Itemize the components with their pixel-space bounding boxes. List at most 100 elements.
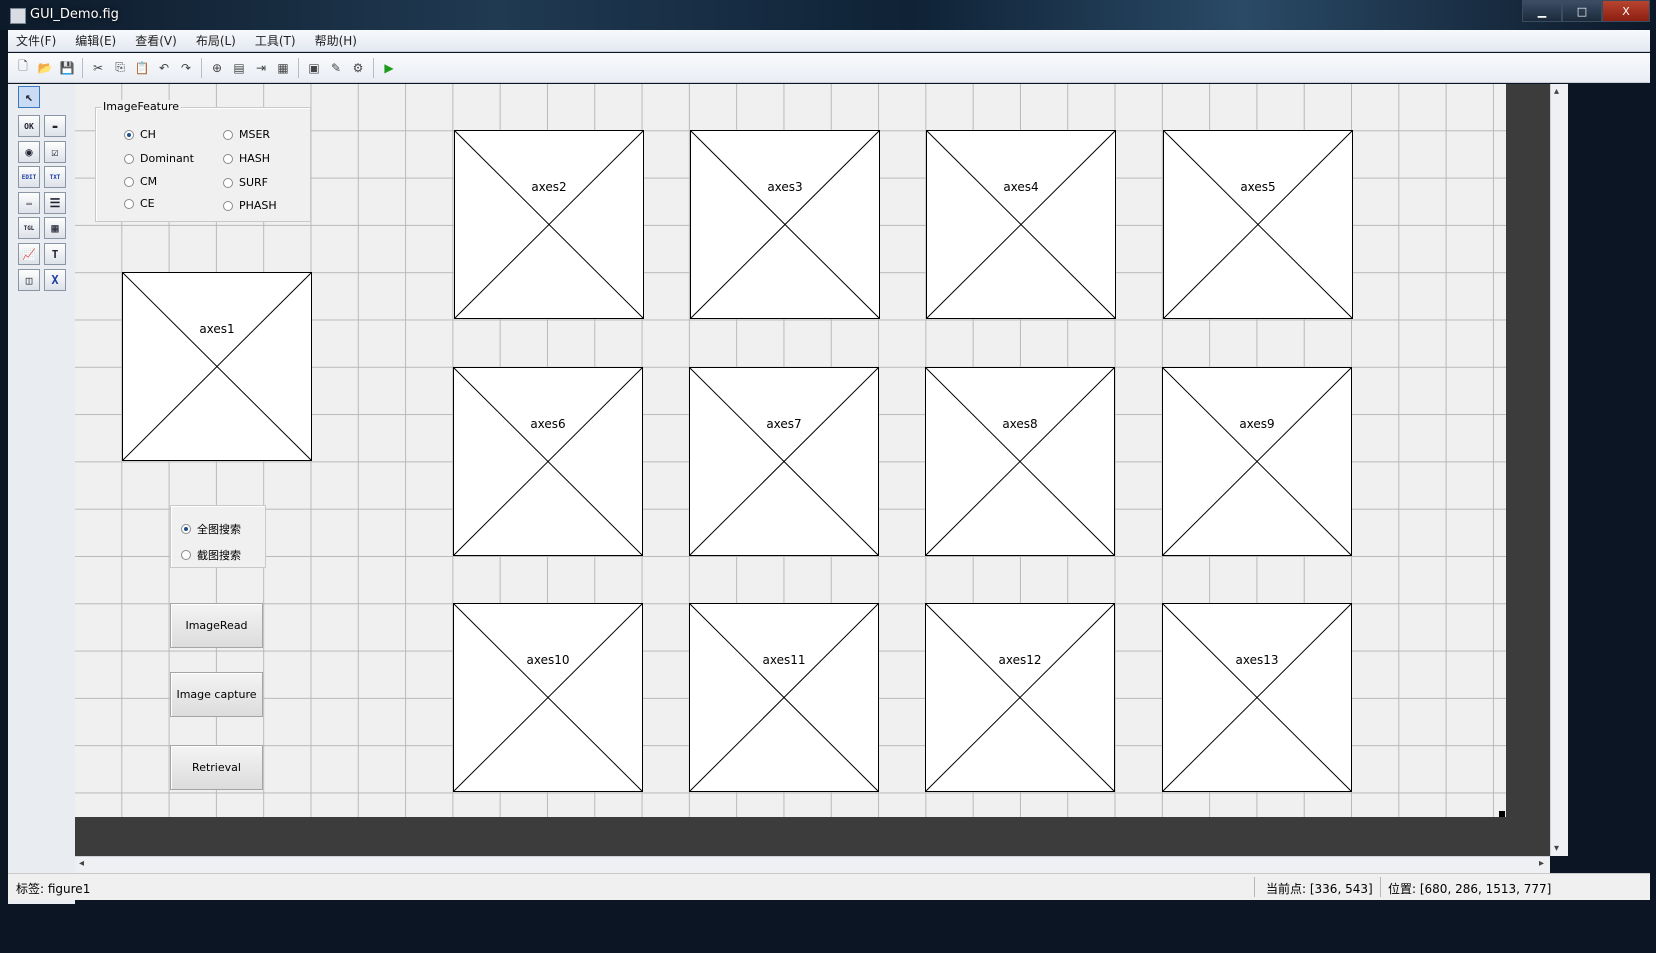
axes2[interactable]: axes2 bbox=[454, 130, 644, 319]
radio-crop-search[interactable]: 截图搜索 bbox=[181, 547, 241, 563]
figure-canvas[interactable]: ImageFeature CH Dominant CM CE MSER HASH… bbox=[75, 84, 1506, 817]
retrieval-button[interactable]: Retrieval bbox=[170, 745, 263, 790]
radio-indicator bbox=[124, 176, 134, 187]
radio-mser[interactable]: MSER bbox=[223, 128, 270, 141]
slider-tool-icon[interactable]: ▬ bbox=[44, 115, 66, 137]
save-icon[interactable]: 💾 bbox=[58, 59, 76, 77]
scroll-right-icon[interactable]: ▸ bbox=[1539, 858, 1544, 869]
axes8[interactable]: axes8 bbox=[925, 367, 1115, 556]
radio-dominant[interactable]: Dominant bbox=[124, 152, 194, 165]
axes6[interactable]: axes6 bbox=[453, 367, 643, 556]
axes-label: axes3 bbox=[767, 180, 803, 194]
radio-label: SURF bbox=[239, 176, 269, 189]
maximize-button[interactable]: □ bbox=[1562, 0, 1602, 22]
new-file-icon[interactable]: 🗋 bbox=[14, 59, 32, 77]
image-feature-panel[interactable]: ImageFeature CH Dominant CM CE MSER HASH… bbox=[95, 100, 311, 222]
matlab-guide-icon bbox=[10, 8, 26, 24]
menu-view[interactable]: 查看(V) bbox=[135, 32, 177, 49]
static-text-tool-icon[interactable]: TXT bbox=[44, 166, 66, 188]
menu-layout[interactable]: 布局(L) bbox=[196, 32, 236, 49]
horizontal-scrollbar[interactable]: ◂ ▸ bbox=[75, 856, 1550, 873]
scroll-up-icon[interactable]: ▴ bbox=[1554, 86, 1559, 97]
scroll-left-icon[interactable]: ◂ bbox=[79, 858, 84, 869]
axes-label: axes10 bbox=[526, 653, 570, 667]
menu-help[interactable]: 帮助(H) bbox=[315, 32, 357, 49]
axes-label: axes1 bbox=[199, 322, 235, 336]
run-figure-icon[interactable]: ▶ bbox=[380, 59, 398, 77]
radio-phash[interactable]: PHASH bbox=[223, 199, 277, 212]
panel-tool-icon[interactable]: T bbox=[44, 243, 66, 265]
tab-order-icon[interactable]: ⇥ bbox=[252, 59, 270, 77]
radio-indicator bbox=[223, 129, 233, 140]
popup-menu-tool-icon[interactable]: ▭ bbox=[18, 192, 40, 214]
menu-edit[interactable]: 编辑(E) bbox=[75, 32, 116, 49]
menu-bar: 文件(F) 编辑(E) 查看(V) 布局(L) 工具(T) 帮助(H) bbox=[8, 30, 1650, 52]
radio-indicator bbox=[181, 524, 191, 534]
axes-label: axes7 bbox=[766, 417, 802, 431]
checkbox-tool-icon[interactable]: ☑ bbox=[44, 141, 66, 163]
button-group-tool-icon[interactable]: ◫ bbox=[18, 269, 40, 291]
cut-icon[interactable]: ✂ bbox=[89, 59, 107, 77]
axes11[interactable]: axes11 bbox=[689, 603, 879, 792]
axes-cross-icon bbox=[1163, 604, 1351, 791]
axes1[interactable]: axes1 bbox=[122, 272, 312, 461]
axes-label: axes2 bbox=[531, 180, 567, 194]
axes-cross-icon bbox=[123, 273, 311, 460]
radio-label: CM bbox=[140, 175, 158, 188]
undo-icon[interactable]: ↶ bbox=[155, 59, 173, 77]
toolbar: 🗋 📂 💾 ✂ ⎘ 📋 ↶ ↷ ⊕ ▤ ⇥ ▦ ▣ ✎ ⚙ ▶ bbox=[8, 53, 1650, 83]
radio-indicator bbox=[223, 177, 233, 188]
copy-icon[interactable]: ⎘ bbox=[111, 59, 129, 77]
image-capture-button[interactable]: Image capture bbox=[170, 672, 263, 717]
radio-indicator bbox=[124, 129, 134, 140]
toolbar-separator bbox=[373, 57, 374, 78]
radio-ce[interactable]: CE bbox=[124, 197, 155, 210]
axes13[interactable]: axes13 bbox=[1162, 603, 1352, 792]
pushbutton-tool-icon[interactable]: OK bbox=[18, 115, 40, 137]
mfile-editor-icon[interactable]: ▣ bbox=[305, 59, 323, 77]
close-button[interactable]: X bbox=[1602, 0, 1650, 22]
radio-hash[interactable]: HASH bbox=[223, 152, 270, 165]
axes10[interactable]: axes10 bbox=[453, 603, 643, 792]
listbox-tool-icon[interactable]: ☰ bbox=[44, 192, 66, 214]
radio-cm[interactable]: CM bbox=[124, 175, 157, 188]
axes7[interactable]: axes7 bbox=[689, 367, 879, 556]
image-read-button[interactable]: ImageRead bbox=[170, 603, 263, 648]
axes4[interactable]: axes4 bbox=[926, 130, 1116, 319]
vertical-scrollbar[interactable]: ▴ ▾ bbox=[1550, 84, 1568, 856]
property-inspector-icon[interactable]: ✎ bbox=[327, 59, 345, 77]
axes9[interactable]: axes9 bbox=[1162, 367, 1352, 556]
toggle-button-tool-icon[interactable]: TGL bbox=[18, 217, 40, 239]
axes12[interactable]: axes12 bbox=[925, 603, 1115, 792]
radio-ch[interactable]: CH bbox=[124, 128, 156, 141]
window-title: GUI_Demo.fig bbox=[30, 7, 119, 22]
toolbar-editor-icon[interactable]: ▦ bbox=[274, 59, 292, 77]
activex-tool-icon[interactable]: X bbox=[44, 269, 66, 291]
axes3[interactable]: axes3 bbox=[690, 130, 880, 319]
axes5[interactable]: axes5 bbox=[1163, 130, 1353, 319]
table-tool-icon[interactable]: ▦ bbox=[44, 217, 66, 239]
menu-tools[interactable]: 工具(T) bbox=[255, 32, 296, 49]
minimize-button[interactable]: ▁ bbox=[1522, 0, 1562, 22]
resize-handle[interactable] bbox=[1499, 811, 1505, 817]
radio-full-image-search[interactable]: 全图搜索 bbox=[181, 521, 241, 537]
axes-cross-icon bbox=[926, 604, 1114, 791]
search-mode-group[interactable]: 全图搜索 截图搜索 bbox=[170, 505, 266, 568]
radio-label: HASH bbox=[239, 152, 271, 165]
layout-area: ImageFeature CH Dominant CM CE MSER HASH… bbox=[75, 84, 1550, 856]
radio-label: MSER bbox=[239, 128, 271, 141]
axes-tool-icon[interactable]: 📈 bbox=[18, 243, 40, 265]
object-browser-icon[interactable]: ⚙ bbox=[349, 59, 367, 77]
edit-text-tool-icon[interactable]: EDIT bbox=[18, 166, 40, 188]
select-tool-icon[interactable]: ↖ bbox=[18, 86, 40, 108]
scroll-down-icon[interactable]: ▾ bbox=[1554, 843, 1559, 854]
align-icon[interactable]: ⊕ bbox=[208, 59, 226, 77]
paste-icon[interactable]: 📋 bbox=[133, 59, 151, 77]
menu-file[interactable]: 文件(F) bbox=[16, 32, 56, 49]
axes-label: axes11 bbox=[762, 653, 806, 667]
open-folder-icon[interactable]: 📂 bbox=[36, 59, 54, 77]
redo-icon[interactable]: ↷ bbox=[177, 59, 195, 77]
radiobutton-tool-icon[interactable]: ◉ bbox=[18, 141, 40, 163]
radio-surf[interactable]: SURF bbox=[223, 176, 268, 189]
menu-editor-icon[interactable]: ▤ bbox=[230, 59, 248, 77]
